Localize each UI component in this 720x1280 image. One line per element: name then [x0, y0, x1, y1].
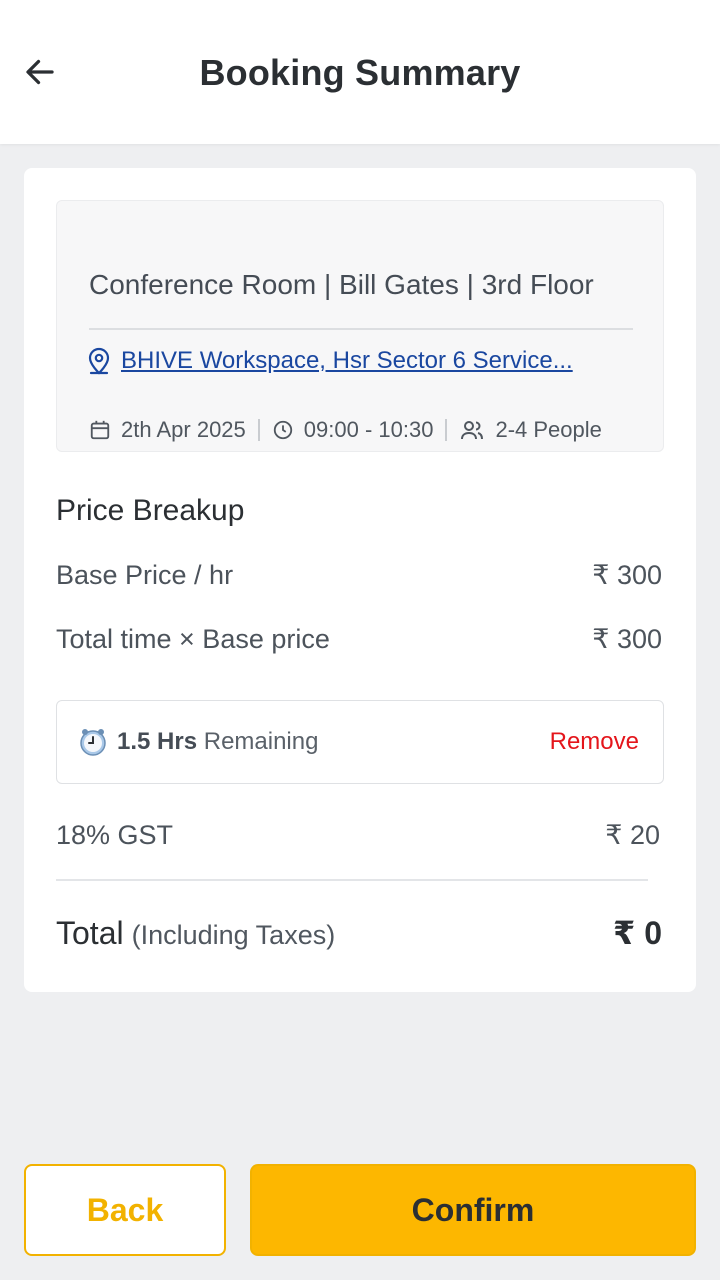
- booking-meta: 2th Apr 2025 09:00 - 10:30 2-4 People: [89, 417, 602, 443]
- divider: [56, 879, 648, 881]
- room-details: Conference Room | Bill Gates | 3rd Floor…: [56, 200, 664, 452]
- price-label: Base Price / hr: [56, 560, 234, 590]
- people-icon: [461, 421, 484, 440]
- total-row: Total (Including Taxes) ₹ 0: [56, 914, 662, 952]
- location-link[interactable]: BHIVE Workspace, Hsr Sector 6 Service...: [121, 347, 573, 375]
- people-count: 2-4 People: [495, 417, 602, 442]
- remaining-label: Remaining: [203, 728, 319, 755]
- back-button[interactable]: Back: [24, 1164, 226, 1256]
- clock-icon: [273, 420, 292, 440]
- confirm-button[interactable]: Confirm: [250, 1164, 696, 1256]
- remaining-text: 1.5 Hrs Remaining: [117, 728, 318, 756]
- total-label: Total: [56, 915, 124, 951]
- price-label: Total time × Base price: [56, 624, 330, 654]
- price-value: ₹ 300: [592, 560, 662, 590]
- booking-time: 09:00 - 10:30: [303, 417, 434, 442]
- gst-label: 18% GST: [56, 820, 174, 850]
- price-row-total-time: Total time × Base price ₹ 300: [56, 624, 662, 655]
- divider: [89, 328, 633, 330]
- booking-card: Conference Room | Bill Gates | 3rd Floor…: [24, 168, 696, 992]
- remove-button[interactable]: Remove: [550, 728, 639, 756]
- remaining-hours-box: 1.5 Hrs Remaining Remove: [56, 700, 664, 784]
- remaining-hours: 1.5 Hrs: [117, 728, 198, 755]
- app-header: Booking Summary: [0, 0, 720, 144]
- room-name: Conference Room | Bill Gates | 3rd Floor: [89, 269, 594, 300]
- clock-emoji-icon: [80, 729, 106, 756]
- separator: [445, 419, 448, 441]
- calendar-icon: [90, 420, 110, 440]
- location-row[interactable]: BHIVE Workspace, Hsr Sector 6 Service...: [87, 347, 573, 375]
- total-value: ₹ 0: [613, 915, 662, 951]
- map-pin-icon: [88, 347, 110, 375]
- total-sub-label: (Including Taxes): [131, 920, 336, 950]
- booking-date: 2th Apr 2025: [121, 417, 246, 442]
- gst-value: ₹ 20: [605, 820, 660, 850]
- gst-row: 18% GST ₹ 20: [56, 820, 660, 851]
- price-row-base: Base Price / hr ₹ 300: [56, 560, 662, 591]
- page-title: Booking Summary: [199, 52, 521, 93]
- separator: [257, 419, 260, 441]
- price-value: ₹ 300: [592, 624, 662, 654]
- price-breakup-title: Price Breakup: [56, 494, 245, 527]
